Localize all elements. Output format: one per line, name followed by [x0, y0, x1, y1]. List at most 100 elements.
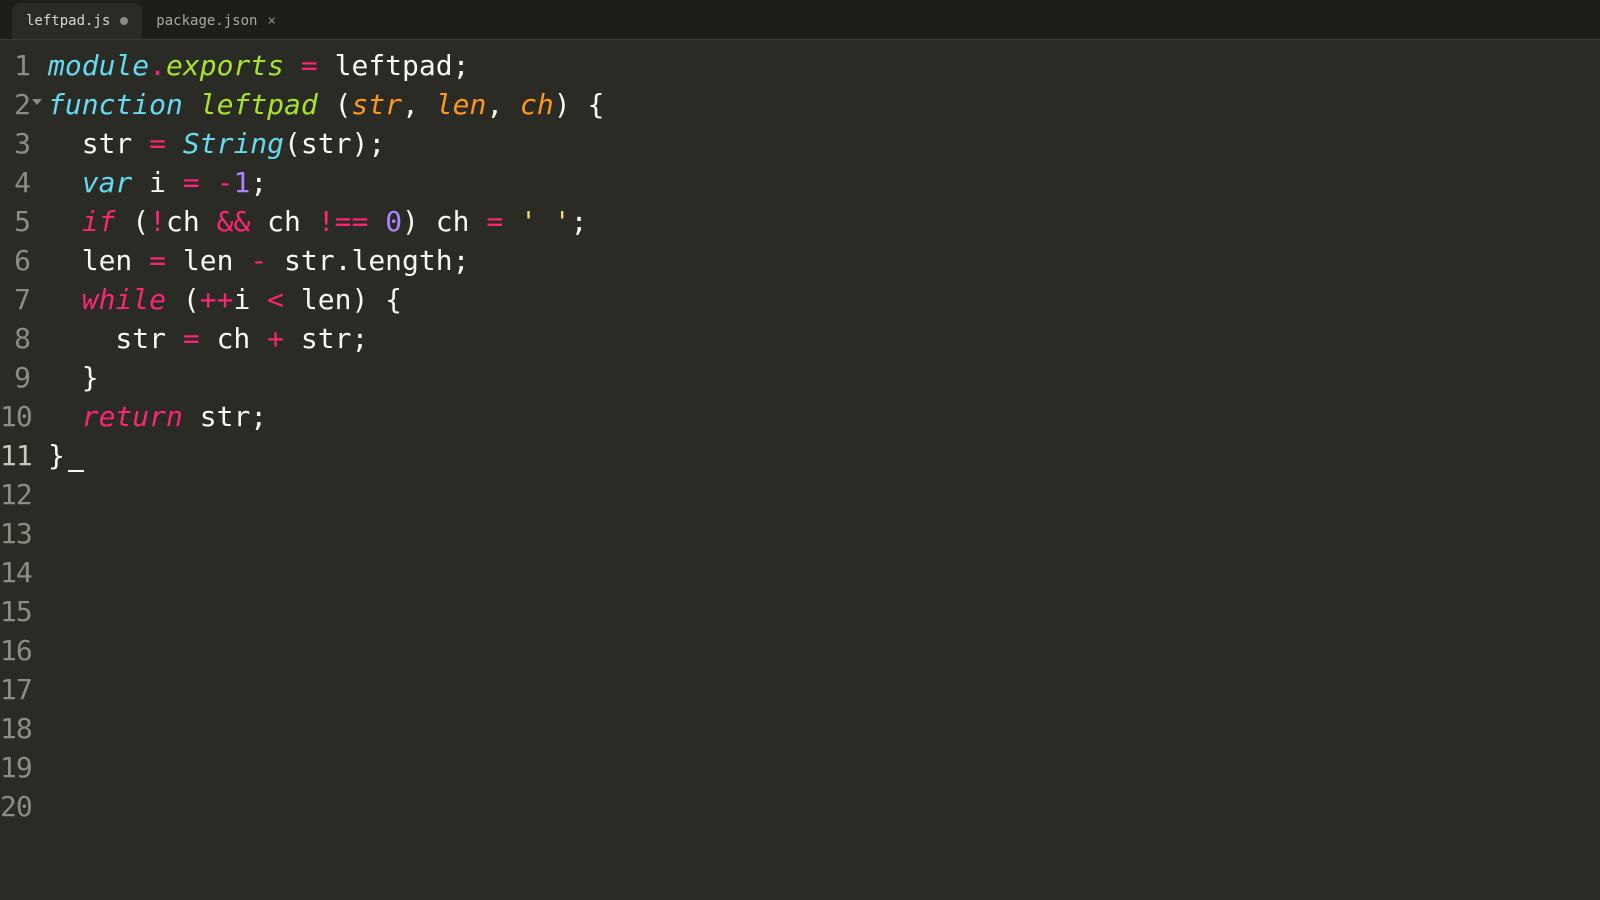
code-token: i — [132, 166, 183, 199]
line-number[interactable]: 11 — [0, 436, 30, 475]
line-number[interactable]: 9 — [0, 358, 30, 397]
code-token: return — [82, 400, 183, 433]
code-line[interactable] — [48, 670, 604, 709]
code-line[interactable] — [48, 709, 604, 748]
code-token: ! — [149, 205, 166, 238]
code-line[interactable] — [48, 631, 604, 670]
tab-label: package.json — [156, 13, 257, 29]
code-token: String — [183, 127, 284, 160]
code-line[interactable]: len = len - str.length; — [48, 241, 604, 280]
line-number[interactable]: 2 — [0, 85, 30, 124]
code-token: ' ' — [520, 205, 571, 238]
code-token: 0 — [385, 205, 402, 238]
line-number[interactable]: 6 — [0, 241, 30, 280]
line-number[interactable]: 12 — [0, 475, 30, 514]
code-token: = — [486, 205, 503, 238]
code-token — [48, 283, 82, 316]
line-number[interactable]: 15 — [0, 592, 30, 631]
code-token: + — [267, 322, 284, 355]
code-line[interactable]: return str; — [48, 397, 604, 436]
modified-dot-icon — [120, 17, 128, 25]
code-token: - — [217, 166, 234, 199]
code-line[interactable]: function leftpad (str, len, ch) { — [48, 85, 604, 124]
code-token — [166, 127, 183, 160]
line-number[interactable]: 16 — [0, 631, 30, 670]
line-number[interactable]: 20 — [0, 787, 30, 826]
code-token: ) ch — [402, 205, 486, 238]
line-number[interactable]: 8 — [0, 319, 30, 358]
tab-leftpad-js[interactable]: leftpad.js — [12, 3, 142, 39]
close-icon[interactable]: × — [267, 14, 275, 28]
editor-area: 1234567891011121314151617181920 module.e… — [0, 40, 1600, 900]
code-line[interactable]: while (++i < len) { — [48, 280, 604, 319]
code-token: ( — [115, 205, 149, 238]
code-token — [503, 205, 520, 238]
code-token: ( — [166, 283, 200, 316]
code-token: str — [48, 127, 149, 160]
code-token: i — [233, 283, 267, 316]
code-token: (str); — [284, 127, 385, 160]
code-token: len — [436, 88, 487, 121]
code-line[interactable] — [48, 475, 604, 514]
line-number[interactable]: 19 — [0, 748, 30, 787]
code-line[interactable]: if (!ch && ch !== 0) ch = ' '; — [48, 202, 604, 241]
code-token: len — [166, 244, 250, 277]
code-token: ; — [453, 49, 470, 82]
line-number[interactable]: 3 — [0, 124, 30, 163]
code-token: } — [48, 361, 99, 394]
code-token: exports — [166, 49, 284, 82]
fold-icon[interactable] — [32, 99, 42, 105]
code-line[interactable] — [48, 592, 604, 631]
line-number[interactable]: 18 — [0, 709, 30, 748]
code-line[interactable]: str = String(str); — [48, 124, 604, 163]
code-token: str; — [284, 322, 368, 355]
code-token: = — [183, 166, 200, 199]
code-line[interactable] — [48, 553, 604, 592]
line-number[interactable]: 14 — [0, 553, 30, 592]
code-token: = — [183, 322, 200, 355]
code-token — [48, 166, 82, 199]
line-number[interactable]: 5 — [0, 202, 30, 241]
tab-package-json[interactable]: package.json × — [142, 3, 290, 39]
code-line[interactable]: } — [48, 436, 604, 475]
code-token: - — [250, 244, 267, 277]
line-number[interactable]: 13 — [0, 514, 30, 553]
line-number[interactable]: 10 — [0, 397, 30, 436]
code-token: , — [402, 88, 436, 121]
code-token: ( — [335, 88, 352, 121]
code-content[interactable]: module.exports = leftpad;function leftpa… — [30, 40, 604, 900]
code-token — [200, 166, 217, 199]
code-token: while — [82, 283, 166, 316]
code-line[interactable] — [48, 748, 604, 787]
code-token: len — [48, 244, 149, 277]
code-token: ; — [571, 205, 588, 238]
code-token: var — [82, 166, 133, 199]
code-token: && — [217, 205, 251, 238]
line-number[interactable]: 7 — [0, 280, 30, 319]
code-token: ch — [200, 322, 267, 355]
line-number[interactable]: 1 — [0, 46, 30, 85]
code-line[interactable] — [48, 787, 604, 826]
tab-label: leftpad.js — [26, 13, 110, 29]
code-token: leftpad — [200, 88, 318, 121]
code-token: = — [301, 49, 318, 82]
code-token: ch — [250, 205, 317, 238]
code-token: len) { — [284, 283, 402, 316]
code-token: ; — [250, 166, 267, 199]
code-token: str; — [183, 400, 267, 433]
code-token: } — [48, 439, 65, 472]
code-line[interactable]: var i = -1; — [48, 163, 604, 202]
line-number[interactable]: 17 — [0, 670, 30, 709]
code-line[interactable]: module.exports = leftpad; — [48, 46, 604, 85]
code-line[interactable] — [48, 514, 604, 553]
code-line[interactable]: str = ch + str; — [48, 319, 604, 358]
line-number[interactable]: 4 — [0, 163, 30, 202]
line-number-gutter[interactable]: 1234567891011121314151617181920 — [0, 40, 30, 900]
code-token: ++ — [200, 283, 234, 316]
code-token: . — [335, 244, 352, 277]
code-token — [318, 88, 335, 121]
code-token: , — [486, 88, 520, 121]
code-token: { — [587, 88, 604, 121]
code-line[interactable]: } — [48, 358, 604, 397]
code-token: function — [48, 88, 183, 121]
